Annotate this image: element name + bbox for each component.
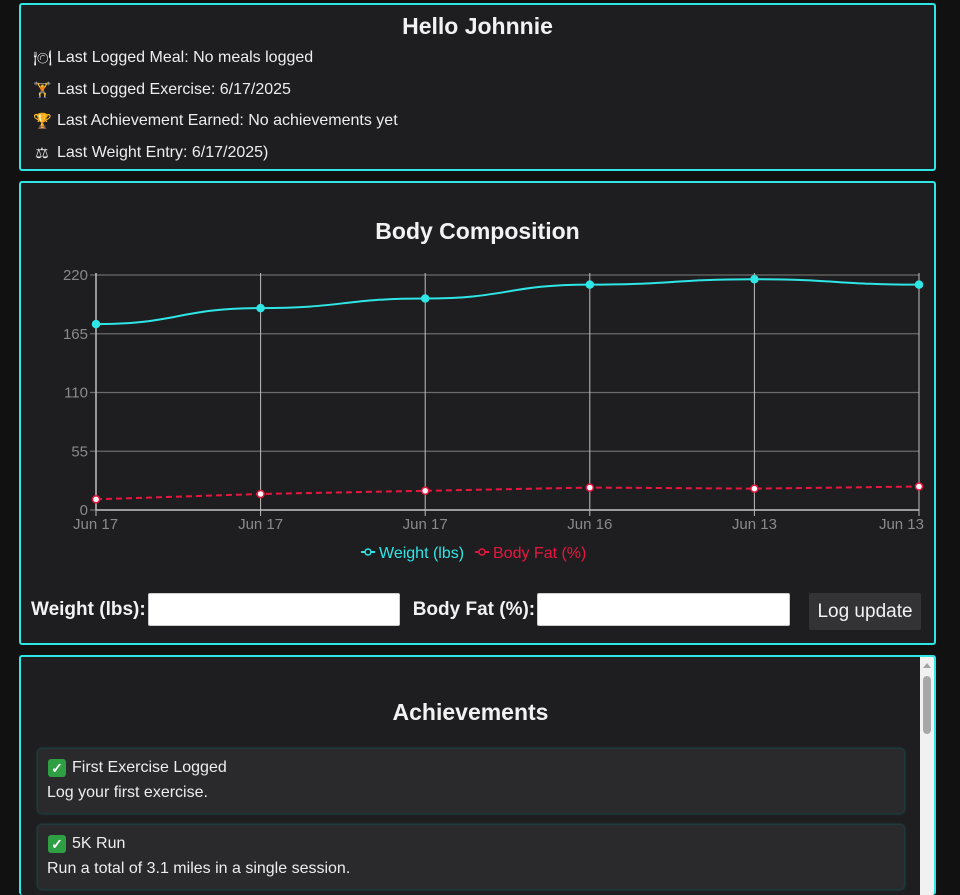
last-exercise-text: Last Logged Exercise: 6/17/2025 <box>57 81 291 98</box>
data-point <box>256 489 265 499</box>
y-tick-label: 55 <box>71 443 88 460</box>
x-tick-label: Jun 17 <box>73 516 118 533</box>
achievement-card: ✓ 5K Run Run a total of 3.1 miles in a s… <box>37 824 905 890</box>
scroll-up-icon[interactable] <box>923 663 931 668</box>
data-point <box>420 294 430 303</box>
body-composition-chart: 055110165220Jun 17 Jun 17 Jun 17 Jun 16 Jun … <box>63 267 924 562</box>
log-form: Weight (lbs): Body Fat (%): <box>31 593 791 626</box>
dumbbell-icon: 🏋 <box>33 82 52 99</box>
data-point <box>91 495 101 504</box>
achievement-title-row: ✓ 5K Run <box>48 835 125 853</box>
bodyfat-label: Body Fat (%): <box>412 598 536 620</box>
data-point <box>914 482 924 491</box>
weight-input[interactable] <box>147 593 400 626</box>
data-point <box>91 319 101 329</box>
scale-icon: ⚖ <box>35 145 49 162</box>
achievement-title-row: ✓ First Exercise Logged <box>48 759 227 777</box>
legend-swatch-point <box>478 548 486 556</box>
achievements-title: Achievements <box>392 699 549 725</box>
body-composition-panel: Body Composition 0 55 110 165 220 Jun 17 Jun 1… <box>19 181 936 645</box>
weight-label: Weight (lbs): <box>31 598 146 620</box>
last-weight-row: ⚖ Last Weight Entry: 6/17/2025) <box>33 144 268 162</box>
series-line <box>95 485 920 501</box>
y-tick-label: 220 <box>63 267 88 284</box>
data-point <box>750 275 759 284</box>
last-achievement-text: Last Achievement Earned: No achievements… <box>57 112 398 129</box>
checkmark-icon: ✓ <box>48 759 66 777</box>
last-meal-row: 🍽 Last Logged Meal: No meals logged <box>33 49 313 67</box>
data-point <box>585 483 595 492</box>
legend-label: Body Fat (%) <box>493 545 586 562</box>
checkmark-icon: ✓ <box>48 835 66 853</box>
legend-label: Weight (lbs) <box>379 545 464 562</box>
log-update-button[interactable]: Log update <box>809 593 921 630</box>
achievement-title: First Exercise Logged <box>72 759 227 776</box>
achievement-title: 5K Run <box>72 835 126 852</box>
last-achievement-row: 🏆 Last Achievement Earned: No achievemen… <box>33 112 398 130</box>
last-meal-text: Last Logged Meal: No meals logged <box>57 49 314 66</box>
data-point <box>420 486 430 496</box>
data-point <box>914 280 924 289</box>
legend-swatch-point <box>364 548 372 556</box>
scrollbar-thumb[interactable] <box>923 676 931 734</box>
x-tick-label: Jun 17 <box>403 516 448 533</box>
y-tick-label: 110 <box>64 385 88 402</box>
data-point <box>750 484 759 493</box>
x-tick-label: Jun 13 <box>879 516 924 533</box>
trophy-icon: 🏆 <box>33 113 52 130</box>
y-tick-label: 165 <box>63 326 88 343</box>
achievements-panel: Achievements ✓ First Exercise Logged Log… <box>19 655 936 895</box>
bodyfat-input[interactable] <box>537 593 791 626</box>
plate-icon: 🍽 <box>33 50 53 67</box>
achievement-desc: Run a total of 3.1 miles in a single ses… <box>47 860 351 877</box>
x-tick-label: Jun 16 <box>567 516 612 533</box>
x-tick-label: Jun 13 <box>732 516 777 533</box>
achievements-scrollbar[interactable] <box>920 657 934 895</box>
achievement-card: ✓ First Exercise Logged Log your first e… <box>37 748 905 814</box>
series-line <box>95 278 920 326</box>
welcome-title: Hello Johnnie <box>402 13 553 39</box>
last-exercise-row: 🏋 Last Logged Exercise: 6/17/2025 <box>33 81 291 99</box>
last-weight-text: Last Weight Entry: 6/17/2025) <box>57 144 269 161</box>
data-point <box>585 280 595 289</box>
x-tick-label: Jun 17 <box>238 516 283 533</box>
achievement-desc: Log your first exercise. <box>47 784 208 801</box>
welcome-panel: Hello Johnnie 🍽 Last Logged Meal: No mea… <box>19 3 936 171</box>
data-point <box>256 303 265 313</box>
